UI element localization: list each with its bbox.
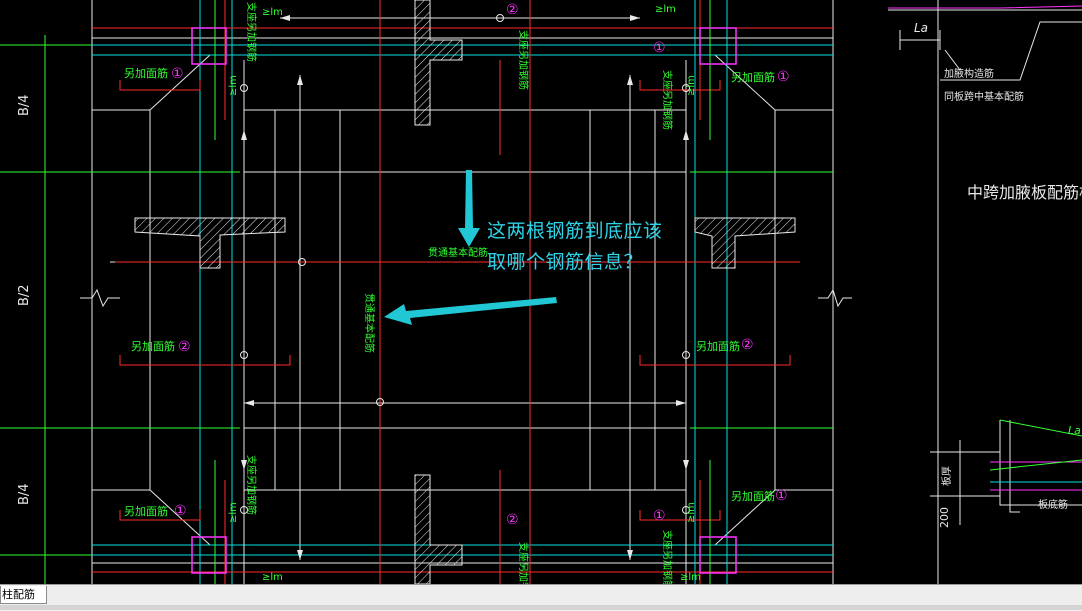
support-rebar-label: 支座另加钢筋	[661, 70, 674, 130]
support-rebar-label: 支座另加钢筋	[245, 2, 258, 62]
len-label: ≥lm	[228, 75, 239, 96]
support-rebar-label: 支座另加钢筋	[661, 530, 674, 584]
len-label: ≥lm	[655, 4, 676, 15]
circle-label: ②	[506, 2, 519, 18]
len-label: ≥lm	[262, 572, 283, 583]
right-title: 中跨加腋板配筋构造	[967, 183, 1082, 202]
support-rebar-label: 支座另加钢筋	[245, 455, 258, 515]
circle-label: ①	[174, 503, 187, 519]
right-la-bottom: La	[1068, 424, 1081, 437]
dim-label-top: B/4	[17, 94, 32, 116]
annotation-line-1: 这两根钢筋到底应该	[487, 220, 663, 242]
dim-label-bottom: B/4	[17, 483, 32, 505]
len-label: ≥lm	[686, 75, 697, 96]
dim-label-middle: B/2	[17, 284, 32, 306]
right-bottom-label: 板底筋	[1038, 498, 1068, 511]
circle-label: ②	[506, 512, 519, 528]
right-la-top: La	[914, 21, 928, 35]
right-side-label: 板厚	[940, 466, 953, 486]
right-dim: 200	[938, 507, 951, 528]
annotation-line-2: 取哪个钢筋信息？	[487, 251, 644, 273]
extra-rebar-label: 另加面筋	[731, 70, 775, 84]
len-label: ≥lm	[680, 572, 701, 583]
circle-label: ①	[775, 488, 788, 504]
status-strip	[0, 605, 1082, 610]
extra-rebar-label: 另加面筋	[731, 489, 775, 503]
extra-rebar-label: 另加面筋	[124, 66, 168, 80]
status-bar: 柱配筋	[0, 584, 1082, 611]
support-rebar-label: 支座另加钢筋	[517, 30, 530, 90]
extra-rebar-label: 另加面筋	[696, 339, 740, 353]
extra-rebar-label: 另加面筋	[131, 339, 175, 353]
extra-rebar-label: 另加面筋	[124, 504, 168, 518]
right-label-1: 加腋构造筋	[944, 67, 994, 80]
circle-label: ①	[653, 508, 666, 524]
circle-label: ①	[777, 69, 790, 85]
through-rebar-label-vertical: 贯通基本配筋	[363, 293, 376, 353]
annotation-text: 这两根钢筋到底应该 取哪个钢筋信息？	[487, 216, 747, 278]
through-rebar-label-horizontal: 贯通基本配筋	[428, 246, 488, 259]
circle-label: ②	[178, 339, 191, 355]
circle-label: ①	[653, 40, 666, 56]
cad-drawing-canvas[interactable]: B/4 B/2 B/4 ≥lm ≥lm ≥lm ≥lm ≥lm ≥lm ≥lm …	[0, 0, 1082, 584]
len-label: ≥lm	[686, 502, 697, 523]
circle-label: ①	[171, 66, 184, 82]
right-label-2: 同板跨中基本配筋	[944, 90, 1024, 103]
circle-label: ②	[741, 337, 754, 353]
len-label: ≥lm	[262, 7, 283, 18]
status-tab-column-rebar[interactable]: 柱配筋	[0, 586, 47, 604]
support-rebar-label: 支座另加钢筋	[517, 542, 530, 584]
len-label: ≥lm	[228, 502, 239, 523]
